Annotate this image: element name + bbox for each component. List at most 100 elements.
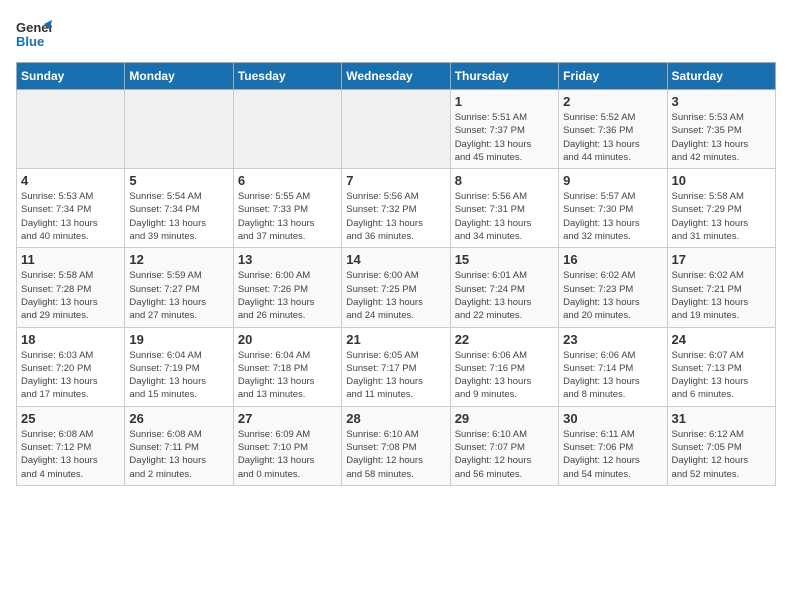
calendar-cell: 3 Sunrise: 5:53 AM Sunset: 7:35 PM Daylig… (667, 90, 775, 169)
day-number: 8 (455, 173, 554, 188)
day-info: Sunrise: 6:08 AM Sunset: 7:11 PM Dayligh… (129, 428, 228, 481)
day-number: 2 (563, 94, 662, 109)
week-row-1: 1 Sunrise: 5:51 AM Sunset: 7:37 PM Daylig… (17, 90, 776, 169)
logo-icon: General Blue (16, 16, 52, 52)
calendar-cell: 9Sunrise: 5:57 AM Sunset: 7:30 PM Daylig… (559, 169, 667, 248)
day-info: Sunrise: 6:01 AM Sunset: 7:24 PM Dayligh… (455, 269, 554, 322)
calendar-cell: 10Sunrise: 5:58 AM Sunset: 7:29 PM Dayli… (667, 169, 775, 248)
calendar-cell: 30 Sunrise: 6:11 AM Sunset: 7:06 PM Dayli… (559, 406, 667, 485)
day-number: 14 (346, 252, 445, 267)
day-number: 24 (672, 332, 771, 347)
day-info: Sunrise: 6:11 AM Sunset: 7:06 PM Dayligh… (563, 428, 662, 481)
calendar-cell: 22 Sunrise: 6:06 AM Sunset: 7:16 PM Dayli… (450, 327, 558, 406)
calendar-cell: 17 Sunrise: 6:02 AM Sunset: 7:21 PM Dayli… (667, 248, 775, 327)
calendar-cell: 20 Sunrise: 6:04 AM Sunset: 7:18 PM Dayli… (233, 327, 341, 406)
calendar-cell: 5Sunrise: 5:54 AM Sunset: 7:34 PM Daylig… (125, 169, 233, 248)
day-header-tuesday: Tuesday (233, 63, 341, 90)
week-row-4: 18Sunrise: 6:03 AM Sunset: 7:20 PM Dayli… (17, 327, 776, 406)
calendar-cell (342, 90, 450, 169)
calendar-header-row: SundayMondayTuesdayWednesdayThursdayFrid… (17, 63, 776, 90)
day-number: 13 (238, 252, 337, 267)
calendar-cell (17, 90, 125, 169)
calendar-cell: 24 Sunrise: 6:07 AM Sunset: 7:13 PM Dayli… (667, 327, 775, 406)
week-row-5: 25 Sunrise: 6:08 AM Sunset: 7:12 PM Dayli… (17, 406, 776, 485)
calendar-cell: 14 Sunrise: 6:00 AM Sunset: 7:25 PM Dayli… (342, 248, 450, 327)
calendar-cell: 29 Sunrise: 6:10 AM Sunset: 7:07 PM Dayli… (450, 406, 558, 485)
day-info: Sunrise: 6:02 AM Sunset: 7:23 PM Dayligh… (563, 269, 662, 322)
day-header-thursday: Thursday (450, 63, 558, 90)
day-number: 30 (563, 411, 662, 426)
calendar-body: 1 Sunrise: 5:51 AM Sunset: 7:37 PM Daylig… (17, 90, 776, 486)
calendar-cell: 31 Sunrise: 6:12 AM Sunset: 7:05 PM Dayli… (667, 406, 775, 485)
day-info: Sunrise: 5:53 AM Sunset: 7:35 PM Dayligh… (672, 111, 771, 164)
day-info: Sunrise: 5:55 AM Sunset: 7:33 PM Dayligh… (238, 190, 337, 243)
logo: General Blue (16, 16, 52, 52)
day-info: Sunrise: 6:06 AM Sunset: 7:14 PM Dayligh… (563, 349, 662, 402)
day-info: Sunrise: 6:09 AM Sunset: 7:10 PM Dayligh… (238, 428, 337, 481)
day-number: 18 (21, 332, 120, 347)
calendar-cell: 2 Sunrise: 5:52 AM Sunset: 7:36 PM Daylig… (559, 90, 667, 169)
calendar-cell: 4 Sunrise: 5:53 AM Sunset: 7:34 PM Daylig… (17, 169, 125, 248)
day-info: Sunrise: 6:12 AM Sunset: 7:05 PM Dayligh… (672, 428, 771, 481)
day-number: 10 (672, 173, 771, 188)
calendar-cell (233, 90, 341, 169)
day-number: 21 (346, 332, 445, 347)
day-number: 25 (21, 411, 120, 426)
day-info: Sunrise: 5:52 AM Sunset: 7:36 PM Dayligh… (563, 111, 662, 164)
day-number: 22 (455, 332, 554, 347)
day-number: 11 (21, 252, 120, 267)
day-number: 1 (455, 94, 554, 109)
calendar-cell: 11 Sunrise: 5:58 AM Sunset: 7:28 PM Dayli… (17, 248, 125, 327)
day-info: Sunrise: 5:53 AM Sunset: 7:34 PM Dayligh… (21, 190, 120, 243)
day-info: Sunrise: 6:02 AM Sunset: 7:21 PM Dayligh… (672, 269, 771, 322)
calendar-cell: 15Sunrise: 6:01 AM Sunset: 7:24 PM Dayli… (450, 248, 558, 327)
calendar-cell: 8 Sunrise: 5:56 AM Sunset: 7:31 PM Daylig… (450, 169, 558, 248)
calendar-cell: 6 Sunrise: 5:55 AM Sunset: 7:33 PM Daylig… (233, 169, 341, 248)
day-header-friday: Friday (559, 63, 667, 90)
day-info: Sunrise: 5:59 AM Sunset: 7:27 PM Dayligh… (129, 269, 228, 322)
day-number: 3 (672, 94, 771, 109)
day-info: Sunrise: 5:56 AM Sunset: 7:31 PM Dayligh… (455, 190, 554, 243)
calendar-cell: 12 Sunrise: 5:59 AM Sunset: 7:27 PM Dayli… (125, 248, 233, 327)
calendar-cell: 26 Sunrise: 6:08 AM Sunset: 7:11 PM Dayli… (125, 406, 233, 485)
calendar-cell: 16 Sunrise: 6:02 AM Sunset: 7:23 PM Dayli… (559, 248, 667, 327)
calendar-cell: 18Sunrise: 6:03 AM Sunset: 7:20 PM Dayli… (17, 327, 125, 406)
day-number: 7 (346, 173, 445, 188)
day-number: 12 (129, 252, 228, 267)
day-number: 16 (563, 252, 662, 267)
day-header-saturday: Saturday (667, 63, 775, 90)
day-header-monday: Monday (125, 63, 233, 90)
day-number: 28 (346, 411, 445, 426)
day-number: 19 (129, 332, 228, 347)
day-number: 4 (21, 173, 120, 188)
day-number: 31 (672, 411, 771, 426)
day-number: 6 (238, 173, 337, 188)
calendar-cell: 25 Sunrise: 6:08 AM Sunset: 7:12 PM Dayli… (17, 406, 125, 485)
calendar-table: SundayMondayTuesdayWednesdayThursdayFrid… (16, 62, 776, 486)
day-number: 26 (129, 411, 228, 426)
day-info: Sunrise: 6:10 AM Sunset: 7:07 PM Dayligh… (455, 428, 554, 481)
day-number: 27 (238, 411, 337, 426)
day-number: 29 (455, 411, 554, 426)
calendar-cell: 27 Sunrise: 6:09 AM Sunset: 7:10 PM Dayli… (233, 406, 341, 485)
day-info: Sunrise: 6:04 AM Sunset: 7:18 PM Dayligh… (238, 349, 337, 402)
day-info: Sunrise: 5:56 AM Sunset: 7:32 PM Dayligh… (346, 190, 445, 243)
calendar-cell: 13 Sunrise: 6:00 AM Sunset: 7:26 PM Dayli… (233, 248, 341, 327)
calendar-cell: 7 Sunrise: 5:56 AM Sunset: 7:32 PM Daylig… (342, 169, 450, 248)
day-info: Sunrise: 5:57 AM Sunset: 7:30 PM Dayligh… (563, 190, 662, 243)
day-number: 17 (672, 252, 771, 267)
day-info: Sunrise: 6:07 AM Sunset: 7:13 PM Dayligh… (672, 349, 771, 402)
day-info: Sunrise: 6:04 AM Sunset: 7:19 PM Dayligh… (129, 349, 228, 402)
day-header-sunday: Sunday (17, 63, 125, 90)
svg-text:General: General (16, 20, 52, 35)
day-info: Sunrise: 5:54 AM Sunset: 7:34 PM Dayligh… (129, 190, 228, 243)
day-info: Sunrise: 6:08 AM Sunset: 7:12 PM Dayligh… (21, 428, 120, 481)
day-info: Sunrise: 5:58 AM Sunset: 7:28 PM Dayligh… (21, 269, 120, 322)
day-info: Sunrise: 6:00 AM Sunset: 7:26 PM Dayligh… (238, 269, 337, 322)
day-info: Sunrise: 6:06 AM Sunset: 7:16 PM Dayligh… (455, 349, 554, 402)
day-info: Sunrise: 5:51 AM Sunset: 7:37 PM Dayligh… (455, 111, 554, 164)
day-info: Sunrise: 6:00 AM Sunset: 7:25 PM Dayligh… (346, 269, 445, 322)
header: General Blue (16, 16, 776, 52)
calendar-cell (125, 90, 233, 169)
day-number: 20 (238, 332, 337, 347)
